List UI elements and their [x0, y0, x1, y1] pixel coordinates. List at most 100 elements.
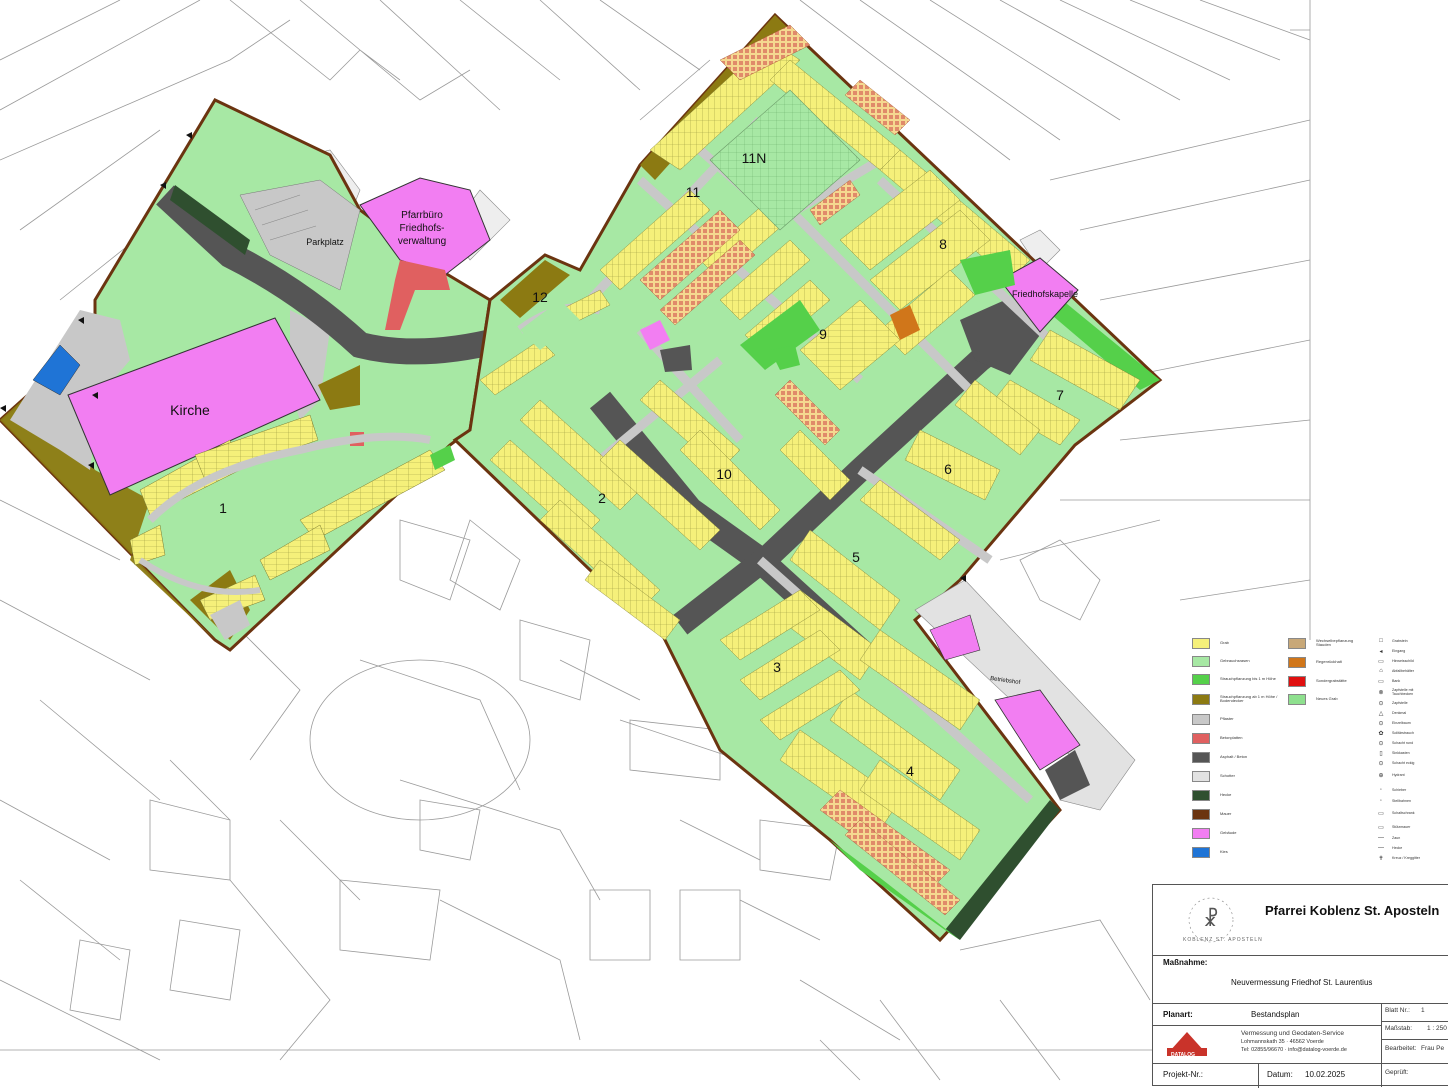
symbol-label: Bank — [1392, 679, 1401, 683]
symbol-label: Zaun — [1392, 836, 1401, 840]
legend-label: Mauer — [1220, 810, 1232, 816]
legend-symbol: □ Grabstein — [1376, 636, 1407, 646]
datalog-logo: DATALOG — [1171, 1052, 1195, 1058]
projekt-label: Projekt-Nr.: — [1163, 1070, 1204, 1079]
divider — [1381, 1021, 1448, 1022]
legend-item: Betonplatten — [1192, 731, 1242, 745]
symbol-label: Eingang — [1392, 649, 1406, 653]
gravestone-icon: □ — [1379, 638, 1383, 644]
legend-symbol: ⊗ Zapfstelle mit Tauchbecken — [1376, 687, 1426, 697]
datum-value: 10.02.2025 — [1305, 1070, 1346, 1079]
massnahme-value: Neuvermessung Friedhof St. Laurentius — [1231, 978, 1373, 987]
shrub-icon: ✿ — [1378, 730, 1384, 737]
symbol-label: Schieber — [1392, 788, 1407, 792]
fence-icon: — — [1378, 835, 1384, 841]
legend-symbol: ▭ Stützmauer — [1376, 822, 1410, 832]
legend-symbol: ◦ Schieber — [1376, 785, 1406, 795]
legend-swatch — [1288, 656, 1306, 668]
field-number: 5 — [852, 549, 860, 565]
legend-item: Hecke — [1192, 788, 1231, 802]
symbol-label: Zapfstelle — [1392, 701, 1408, 705]
field-number: 1 — [219, 500, 227, 516]
entrance-icon: ◂ — [1379, 648, 1383, 655]
field-number: 11 — [686, 184, 701, 200]
cemetery-plan: Kirche Parkplatz Pfarrbüro Friedhofs- ve… — [0, 0, 1448, 1088]
legend-item: Strauchpflanzung bis 1 m Höhe — [1192, 672, 1276, 686]
trash-bin-icon: ⌂ — [1379, 668, 1383, 674]
retaining-wall-icon: ▭ — [1378, 824, 1384, 831]
legend-item: Regenrückhalt — [1288, 655, 1342, 669]
label-parkplatz: Parkplatz — [306, 237, 344, 247]
legend-symbol: ⊙ Schacht eckig — [1376, 758, 1414, 768]
monument-icon: △ — [1378, 710, 1384, 717]
sheet-info: Blatt Nr.: 1 Maßstab: 1 : 250 Bearbeitet… — [1381, 1003, 1448, 1087]
divider — [1381, 1063, 1448, 1064]
legend-swatch — [1288, 637, 1306, 649]
water-basin-icon: ⊗ — [1378, 689, 1384, 696]
legend-item: Pflaster — [1192, 712, 1234, 726]
field-number: 6 — [944, 461, 952, 477]
legend-symbol: ▭ Bank — [1376, 676, 1400, 686]
parish-logo: ☧ — [1188, 897, 1234, 943]
blatt-label: Blatt Nr.: — [1385, 1007, 1410, 1014]
legend-symbol: — Zaun — [1376, 833, 1400, 843]
massstab-label: Maßstab: — [1385, 1025, 1413, 1032]
divider — [1381, 1039, 1448, 1040]
field-number: 9 — [819, 326, 827, 342]
legend-symbol: ▭ Hinweisschild — [1376, 656, 1414, 666]
symbol-label: Denkmal — [1392, 711, 1407, 715]
legend-label: Grab — [1220, 639, 1229, 645]
legend-swatch — [1192, 770, 1210, 782]
legend-symbol: ◂ Eingang — [1376, 646, 1405, 656]
legend-swatch — [1192, 673, 1210, 685]
manhole-round-icon: ⊙ — [1378, 740, 1384, 747]
company-row: DATALOG Vermessung und Geodaten-Service … — [1153, 1025, 1381, 1063]
legend-symbol: ⊙ Einzelbaum — [1376, 718, 1411, 728]
legend-swatch — [1192, 732, 1210, 744]
legend-item: Grab — [1192, 636, 1229, 650]
legend-label: Hecke — [1220, 791, 1232, 797]
symbol-label: Stützmauer — [1392, 825, 1411, 829]
symbol-label: Sinkkasten — [1392, 751, 1410, 755]
legend-label: Strauchpflanzung bis 1 m Höhe — [1220, 675, 1276, 681]
divider — [1258, 1064, 1259, 1088]
symbol-label: Schacht eckig — [1392, 761, 1415, 765]
legend-item: Gebrauchsrasen — [1192, 654, 1250, 668]
symbol-label: Abfallbehälter — [1392, 669, 1414, 673]
legend-symbol: — Hecke — [1376, 843, 1402, 853]
legend-symbol: ▭ Schaltschrank — [1376, 808, 1414, 818]
symbol-label: Stellbahnen — [1392, 799, 1411, 803]
legend-symbol: ⊙ Schacht rund — [1376, 738, 1413, 748]
legend-symbol: ✝ Kreuz / Kreggitter — [1376, 853, 1420, 863]
manhole-square-icon: ⊙ — [1378, 760, 1384, 767]
company-name: Vermessung und Geodaten-Service — [1241, 1030, 1344, 1037]
geprueft-label: Geprüft: — [1385, 1069, 1409, 1076]
label-friedhofskapelle: Friedhofskapelle — [1012, 289, 1078, 299]
legend-item: Strauchpflanzung ab 1 m Höhe / Bodendeck… — [1192, 692, 1280, 706]
legend-label: Wechselbepflanzung Stauden — [1316, 637, 1354, 647]
hydrant-icon: ⊕ — [1378, 772, 1384, 779]
label-pfarrbuero-2: Friedhofs- — [399, 223, 444, 234]
legend-item: Wechselbepflanzung Stauden — [1288, 636, 1360, 650]
legend-symbol: ⊕ Hydrant — [1376, 770, 1404, 780]
legend-swatch — [1288, 693, 1306, 705]
legend-label: Betonplatten — [1220, 734, 1243, 740]
legend-label: Pflaster — [1220, 715, 1234, 721]
datum-label: Datum: — [1267, 1070, 1293, 1079]
symbol-label: Einzelbaum — [1392, 721, 1411, 725]
cross-icon: ✝ — [1378, 855, 1384, 862]
legend-label: Schotter — [1220, 772, 1235, 778]
legend-symbol: ⌂ Abfallbehälter — [1376, 666, 1414, 676]
symbol-label: Kreuz / Kreggitter — [1392, 856, 1420, 860]
post-icon: ◦ — [1379, 798, 1383, 804]
field-number: 12 — [532, 289, 548, 305]
symbol-label: Hecke — [1392, 846, 1403, 850]
blatt-value: 1 — [1421, 1007, 1425, 1014]
legend-label: Neues Grab — [1316, 695, 1338, 701]
hedge-icon: — — [1378, 845, 1384, 851]
legend-symbol: ⊙ Zapfstelle — [1376, 698, 1408, 708]
org-name: Pfarrei Koblenz St. Aposteln — [1265, 903, 1440, 918]
legend-item: Asphalt / Beton — [1192, 750, 1247, 764]
legend-symbol: ◦ Stellbahnen — [1376, 796, 1411, 806]
bearbeitet-label: Bearbeitet: — [1385, 1045, 1417, 1052]
